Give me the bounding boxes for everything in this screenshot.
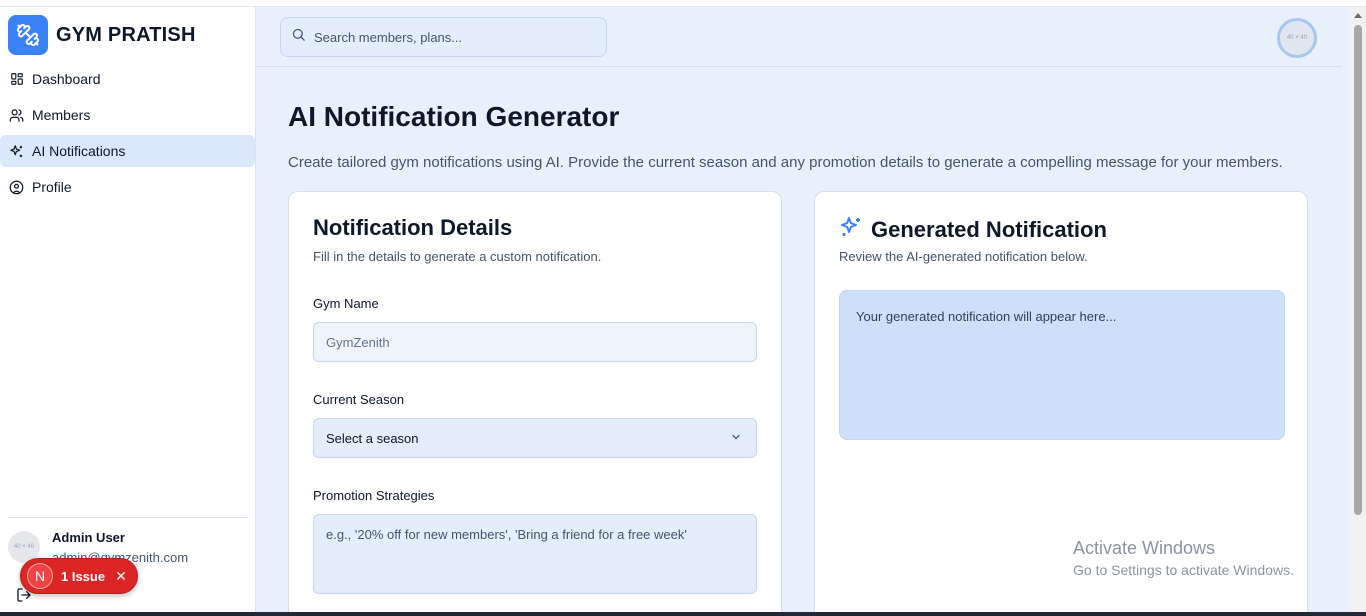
season-label: Current Season (313, 392, 405, 407)
sidebar-item-dashboard[interactable]: Dashboard (0, 63, 255, 95)
card-title: Notification Details (313, 215, 513, 240)
scrollbar[interactable] (1350, 7, 1366, 616)
card-title-text: Generated Notification (871, 217, 1107, 242)
card-title: Generated Notification (839, 215, 1107, 245)
avatar[interactable]: 40 × 40 (1277, 18, 1317, 58)
sidebar-item-label: Dashboard (32, 71, 101, 87)
main-content: 40 × 40 AI Notification Generator Create… (256, 7, 1350, 616)
watermark-title: Activate Windows (1073, 538, 1216, 558)
sidebar-item-ai-notifications[interactable]: AI Notifications (0, 135, 255, 167)
search-icon (291, 27, 306, 47)
search-box[interactable] (280, 17, 607, 57)
search-input[interactable] (314, 29, 594, 45)
top-header: 40 × 40 (256, 7, 1342, 67)
card-subtitle: Review the AI-generated notification bel… (839, 249, 1088, 264)
gym-name-field[interactable]: GymZenith (313, 322, 757, 362)
user-name: Admin User (52, 530, 125, 545)
page-subtitle: Create tailored gym notifications using … (288, 154, 1283, 171)
users-icon (9, 108, 24, 123)
notification-details-card: Notification Details Fill in the details… (288, 191, 782, 616)
season-select-value: Select a season (326, 430, 419, 446)
activate-windows-watermark: Activate Windows Go to Settings to activ… (1073, 538, 1294, 578)
sidebar-divider (8, 517, 247, 518)
sidebar-item-label: AI Notifications (32, 143, 126, 159)
card-subtitle: Fill in the details to generate a custom… (313, 249, 602, 264)
sidebar: GYM PRATISH Dashboard Members AI Notific… (0, 7, 256, 616)
scroll-up-arrow-icon[interactable] (1354, 13, 1362, 18)
scroll-thumb[interactable] (1354, 25, 1362, 515)
promotion-label: Promotion Strategies (313, 488, 435, 503)
chevron-down-icon (730, 431, 742, 446)
brand[interactable]: GYM PRATISH (8, 15, 196, 55)
sidebar-item-profile[interactable]: Profile (0, 171, 255, 203)
brand-name: GYM PRATISH (56, 23, 196, 46)
gym-name-label: Gym Name (313, 296, 379, 311)
sidebar-nav: Dashboard Members AI Notifications Profi… (0, 63, 256, 207)
gym-name-value: GymZenith (326, 334, 390, 350)
issue-text: 1 Issue (61, 568, 106, 584)
issue-letter: N (27, 563, 53, 589)
dashboard-icon (9, 72, 24, 87)
promotion-textarea[interactable]: e.g., '20% off for new members', 'Bring … (313, 514, 757, 594)
dumbbell-logo-icon (8, 15, 48, 55)
sidebar-item-label: Members (32, 107, 91, 123)
issue-badge[interactable]: N 1 Issue ✕ (20, 558, 138, 594)
user-circle-icon (9, 180, 24, 195)
sparkles-icon (839, 215, 863, 245)
season-select[interactable]: Select a season (313, 418, 757, 458)
sidebar-item-label: Profile (32, 179, 72, 195)
sparkles-icon (9, 144, 24, 159)
browser-top-edge (0, 0, 1366, 7)
sidebar-item-members[interactable]: Members (0, 99, 255, 131)
page-title: AI Notification Generator (288, 101, 620, 132)
watermark-subtitle: Go to Settings to activate Windows. (1073, 562, 1294, 578)
bottom-edge (0, 612, 1366, 616)
close-icon[interactable]: ✕ (115, 568, 127, 585)
generated-notification-output[interactable]: Your generated notification will appear … (839, 290, 1285, 440)
